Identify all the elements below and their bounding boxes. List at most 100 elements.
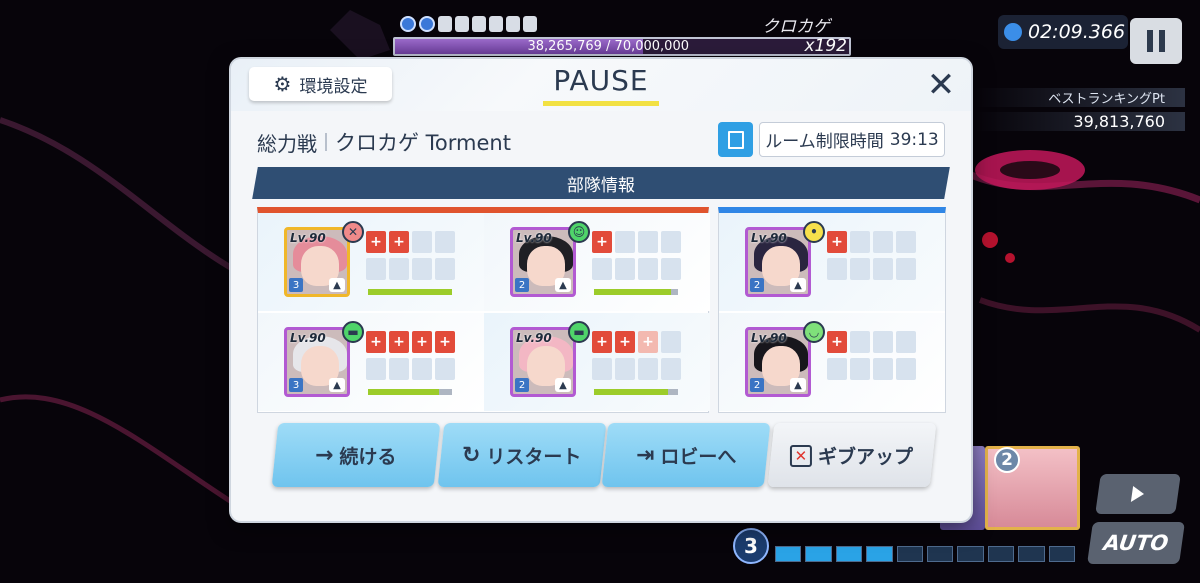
exit-icon: ⇥ <box>635 442 655 468</box>
team-info-banner: 部隊情報 <box>252 167 950 199</box>
pause-icon <box>1147 30 1153 52</box>
student-hp-fill <box>594 389 668 395</box>
room-time-limit: ルーム制限時間 39:13 <box>759 122 945 157</box>
arrow-right-icon: → <box>315 442 334 468</box>
buff-row: + <box>827 231 917 253</box>
role-icon: ▲ <box>555 278 571 292</box>
buff-row: + + + <box>592 331 682 353</box>
student-portrait: Lv.90 2 ▲ <box>510 227 576 297</box>
buff-row <box>366 358 456 380</box>
buff-icon: + <box>389 331 409 353</box>
gear-icon: ⚙ <box>273 72 292 96</box>
restart-icon: ↻ <box>462 442 481 468</box>
empty-buff-slot <box>661 231 681 253</box>
student-portrait: Lv.90 2 ▲ <box>745 227 811 297</box>
boss-hp-bar: 38,265,769 / 70,000,000 x192 <box>393 36 851 56</box>
special-slot-2[interactable]: Lv.90 2 ▲ ◡ + <box>719 313 945 411</box>
role-icon: ▲ <box>790 278 806 292</box>
buff-row <box>592 358 682 380</box>
continue-button[interactable]: → 続ける <box>271 423 441 487</box>
empty-buff-slot <box>827 258 847 280</box>
empty-buff-slot <box>615 258 635 280</box>
buff-icon: + <box>827 231 847 253</box>
empty-buff-slot <box>873 231 893 253</box>
room-time-label: ルーム制限時間 <box>765 132 884 152</box>
buff-icon: + <box>638 331 658 353</box>
buff-icon: + <box>412 331 432 353</box>
continue-label: 続ける <box>339 445 397 468</box>
buff-icon: + <box>827 331 847 353</box>
mood-smile-icon: ◡ <box>803 321 825 343</box>
empty-buff-slot <box>638 231 658 253</box>
striker-slot-1[interactable]: Lv.90 3 ▲ ✕ + + <box>258 213 484 311</box>
team-info-label: 部隊情報 <box>567 175 635 196</box>
dialog-title: PAUSE <box>553 64 649 97</box>
buff-slot-icon <box>523 16 537 32</box>
settings-button[interactable]: ⚙ 環境設定 <box>249 67 392 101</box>
shield-icon <box>419 16 435 32</box>
empty-buff-slot <box>615 358 635 380</box>
star-rank-badge: 3 <box>289 378 303 392</box>
buff-row <box>827 258 917 280</box>
buff-icon: + <box>615 331 635 353</box>
empty-buff-slot <box>661 258 681 280</box>
striker-panel: Lv.90 3 ▲ ✕ + + Lv.90 2 ▲ ☺ + Lv.90 3 ▲ ▬ + + + + Lv.90 2 ▲ ▬ +… <box>257 207 710 413</box>
auto-button[interactable]: AUTO <box>1087 522 1185 564</box>
empty-buff-slot <box>435 231 455 253</box>
give-up-button[interactable]: ✕ ギブアップ <box>767 423 937 487</box>
divider <box>325 133 327 151</box>
student-portrait: Lv.90 2 ▲ <box>510 327 576 397</box>
buff-icon: + <box>389 231 409 253</box>
timer-text: 02:09.366 <box>1028 21 1126 43</box>
striker-slot-2[interactable]: Lv.90 2 ▲ ☺ + <box>484 213 710 311</box>
empty-buff-slot <box>615 231 635 253</box>
restart-button[interactable]: ↻ リスタート <box>437 423 607 487</box>
ranking-label: ベストランキングPt <box>975 88 1185 107</box>
striker-slot-3[interactable]: Lv.90 3 ▲ ▬ + + + + <box>258 313 484 411</box>
empty-buff-slot <box>850 331 870 353</box>
empty-buff-slot <box>896 231 916 253</box>
empty-buff-slot <box>638 258 658 280</box>
clock-icon <box>1004 23 1022 41</box>
empty-buff-slot <box>389 358 409 380</box>
striker-slot-4[interactable]: Lv.90 2 ▲ ▬ + + + <box>484 313 710 411</box>
student-hp-fill <box>368 289 452 295</box>
speed-button[interactable] <box>1095 474 1181 514</box>
lobby-button[interactable]: ⇥ ロビーへ <box>601 423 771 487</box>
ranking-value: 39,813,760 <box>975 112 1185 131</box>
special-slot-1[interactable]: Lv.90 2 ▲ • + <box>719 213 945 311</box>
empty-buff-slot <box>661 331 681 353</box>
empty-buff-slot <box>873 358 893 380</box>
empty-buff-slot <box>435 258 455 280</box>
pause-button[interactable] <box>1130 18 1182 64</box>
level-label: Lv.90 <box>516 331 552 345</box>
raid-info: 総力戦 クロカゲ Torment <box>257 129 511 156</box>
student-portrait: Lv.90 3 ▲ <box>284 227 350 297</box>
buff-icon: + <box>366 331 386 353</box>
give-up-label: ギブアップ <box>818 445 914 468</box>
empty-buff-slot <box>873 258 893 280</box>
room-time-value: 39:13 <box>889 129 939 150</box>
buff-slot-icon <box>455 16 469 32</box>
buff-icon: + <box>435 331 455 353</box>
buff-icon: + <box>592 331 612 353</box>
battle-timer: 02:09.366 <box>998 15 1128 49</box>
close-button[interactable]: ✕ <box>925 68 957 102</box>
buff-row <box>592 258 682 280</box>
buff-row: + + <box>366 231 456 253</box>
role-icon: ▲ <box>329 378 345 392</box>
pause-dialog: ⚙ 環境設定 PAUSE ✕ 総力戦 クロカゲ Torment ルーム制限時間 … <box>231 59 971 521</box>
level-label: Lv.90 <box>290 231 326 245</box>
star-rank-badge: 2 <box>750 278 764 292</box>
mood-cool-icon: ▬ <box>342 321 364 343</box>
building-icon <box>718 122 753 157</box>
student-hp-bar <box>368 289 452 295</box>
empty-buff-slot <box>873 331 893 353</box>
skill-card[interactable]: 2 <box>985 446 1080 530</box>
settings-label: 環境設定 <box>299 76 368 97</box>
buff-slot-icon <box>489 16 503 32</box>
empty-buff-slot <box>896 358 916 380</box>
empty-buff-slot <box>638 358 658 380</box>
empty-buff-slot <box>412 258 432 280</box>
buff-slot-icon <box>438 16 452 32</box>
